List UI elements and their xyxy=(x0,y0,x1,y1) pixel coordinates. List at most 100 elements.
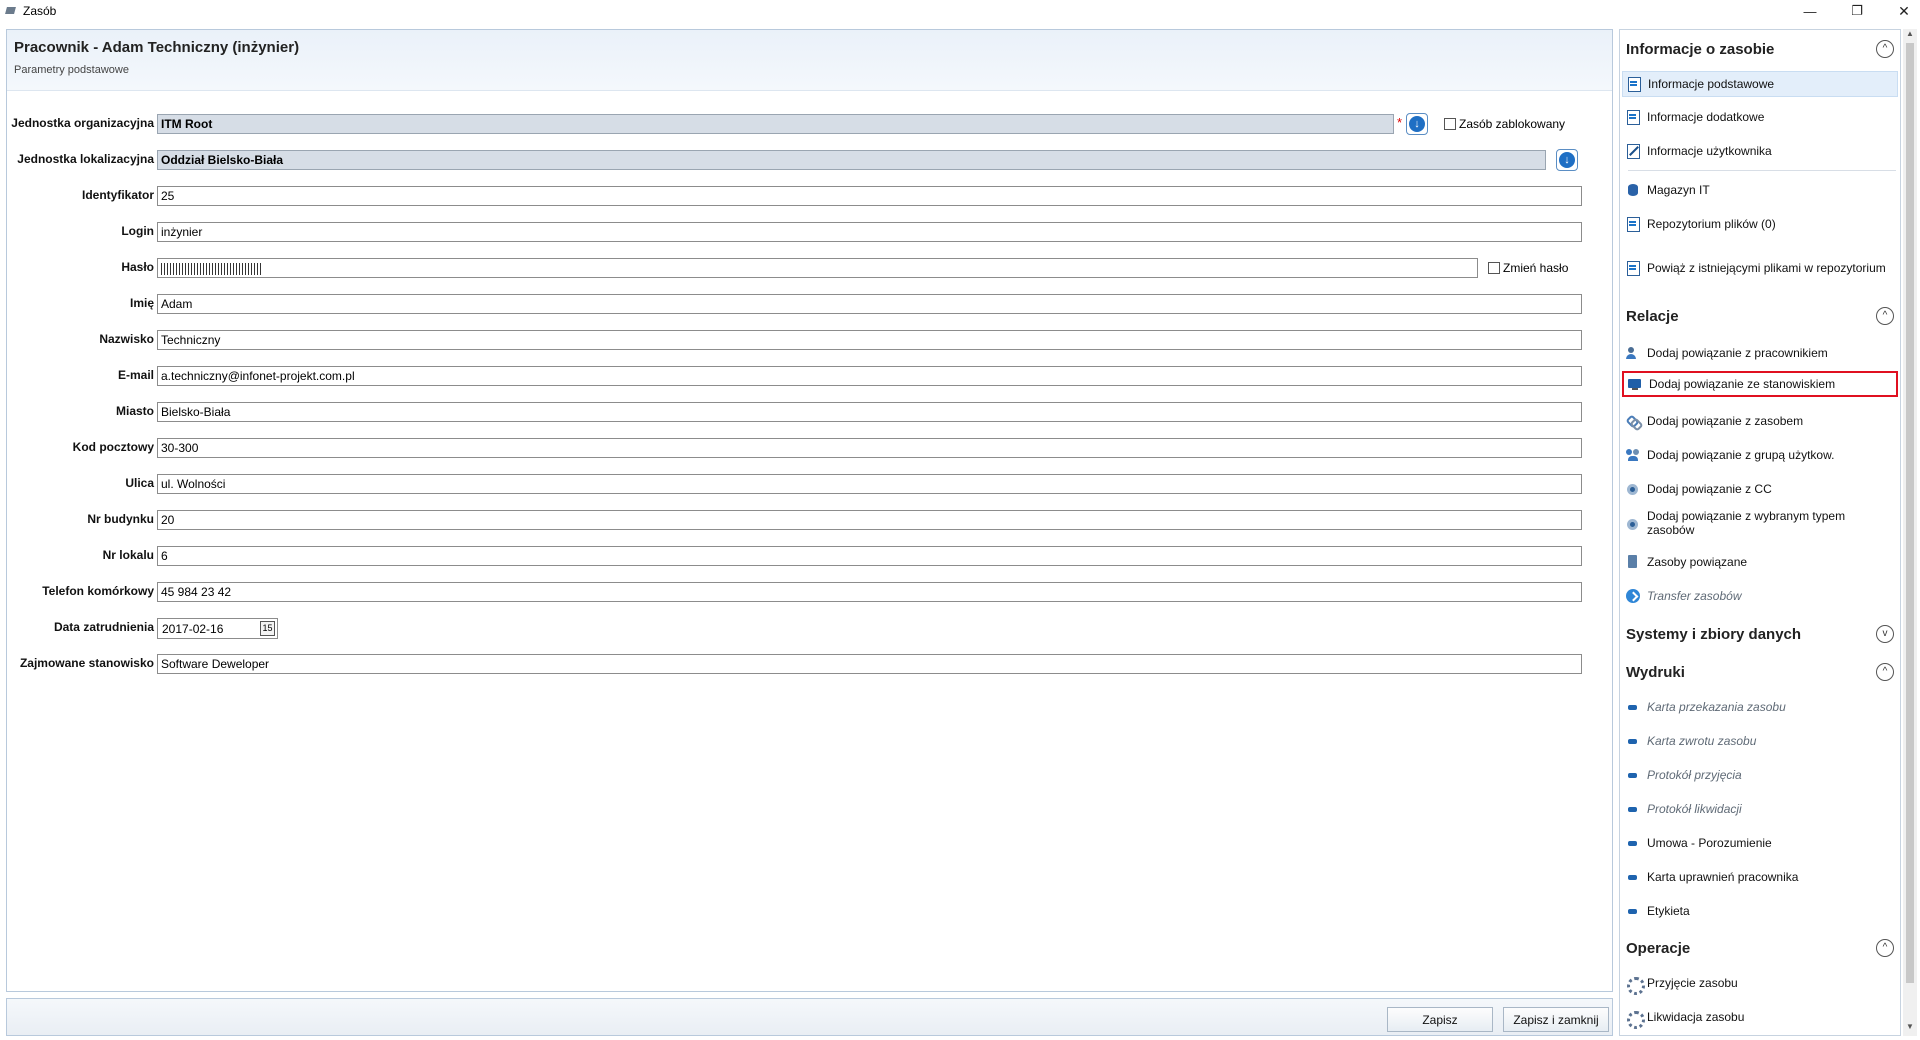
database-icon xyxy=(1626,183,1640,197)
document-icon xyxy=(1626,261,1640,276)
side-item-label: Dodaj powiązanie z grupą użytkow. xyxy=(1647,448,1835,462)
section-info[interactable]: Informacje o zasobie ^ xyxy=(1626,38,1896,60)
collapse-icon[interactable]: ^ xyxy=(1876,40,1894,58)
side-item-acceptance-protocol[interactable]: Protokół przyjęcia xyxy=(1622,762,1898,788)
postal-code-label: Kod pocztowy xyxy=(72,440,154,454)
document-icon xyxy=(1626,110,1640,125)
side-item-handover-card[interactable]: Karta przekazania zasobu xyxy=(1622,694,1898,720)
side-item-link-resource[interactable]: Dodaj powiązanie z zasobem xyxy=(1622,408,1898,434)
org-unit-field[interactable]: ITM Root xyxy=(157,114,1394,134)
position-field[interactable]: Software Deweloper xyxy=(157,654,1582,674)
side-item-agreement[interactable]: Umowa - Porozumienie xyxy=(1622,830,1898,856)
save-button[interactable]: Zapisz xyxy=(1387,1007,1493,1032)
side-item-link-employee[interactable]: Dodaj powiązanie z pracownikiem xyxy=(1622,340,1898,366)
section-printouts[interactable]: Wydruki ^ xyxy=(1626,661,1896,683)
required-mark: * xyxy=(1397,115,1403,130)
side-item-link-files[interactable]: Powiąż z istniejącymi plikami w repozyto… xyxy=(1622,255,1898,281)
side-item-label: Magazyn IT xyxy=(1647,183,1710,197)
apartment-no-field[interactable]: 6 xyxy=(157,546,1582,566)
side-item-return-card[interactable]: Karta zwrotu zasobu xyxy=(1622,728,1898,754)
org-unit-label: Jednostka organizacyjna xyxy=(11,116,154,130)
group-icon xyxy=(1626,448,1640,462)
change-password-checkbox[interactable]: Zmień hasło xyxy=(1488,261,1568,275)
first-name-field[interactable]: Adam xyxy=(157,294,1582,314)
side-item-permissions-card[interactable]: Karta uprawnień pracownika xyxy=(1622,864,1898,890)
section-systems[interactable]: Systemy i zbiory danych v xyxy=(1626,623,1896,645)
hire-date-picker[interactable]: 2017-02-16 15 xyxy=(157,618,278,639)
loc-unit-field[interactable]: Oddział Bielsko-Biała xyxy=(157,150,1546,170)
expand-icon[interactable]: v xyxy=(1876,625,1894,643)
side-item-link-user-group[interactable]: Dodaj powiązanie z grupą użytkow. xyxy=(1622,442,1898,468)
share-icon xyxy=(1626,482,1640,496)
side-item-it-warehouse[interactable]: Magazyn IT xyxy=(1622,177,1898,203)
collapse-icon[interactable]: ^ xyxy=(1876,307,1894,325)
side-item-link-resource-type[interactable]: Dodaj powiązanie z wybranym typem zasobó… xyxy=(1622,505,1898,541)
building-no-field[interactable]: 20 xyxy=(157,510,1582,530)
side-panel-scrollbar[interactable]: ▲ ▼ xyxy=(1903,29,1917,1036)
org-unit-select-button[interactable]: ↓ xyxy=(1406,113,1428,135)
section-systems-title: Systemy i zbiory danych xyxy=(1626,625,1802,643)
print-icon xyxy=(1626,836,1640,850)
side-item-accept-resource[interactable]: Przyjęcie zasobu xyxy=(1622,970,1898,996)
section-operations[interactable]: Operacje ^ xyxy=(1626,937,1896,959)
window-titlebar: Zasób — ❐ ✕ xyxy=(0,0,1920,22)
side-item-disposal-protocol[interactable]: Protokół likwidacji xyxy=(1622,796,1898,822)
row-first-name: Imię Adam xyxy=(7,294,1607,316)
collapse-icon[interactable]: ^ xyxy=(1876,939,1894,957)
section-relations[interactable]: Relacje ^ xyxy=(1626,305,1896,327)
row-login: Login inżynier xyxy=(7,222,1607,244)
side-item-label: Likwidacja zasobu xyxy=(1647,1010,1745,1024)
side-item-label: Karta uprawnień pracownika xyxy=(1647,870,1799,884)
city-field[interactable]: Bielsko-Biała xyxy=(157,402,1582,422)
mobile-field[interactable]: 45 984 23 42 xyxy=(157,582,1582,602)
hire-date-label: Data zatrudnienia xyxy=(53,620,154,634)
side-item-linked-resources[interactable]: Zasoby powiązane xyxy=(1622,549,1898,575)
postal-code-field[interactable]: 30-300 xyxy=(157,438,1582,458)
password-field[interactable] xyxy=(157,258,1478,278)
password-label: Hasło xyxy=(121,260,154,274)
document-icon xyxy=(1626,217,1640,232)
side-item-link-workstation[interactable]: Dodaj powiązanie ze stanowiskiem xyxy=(1622,371,1898,397)
row-org-unit: Jednostka organizacyjna ITM Root * ↓ Zas… xyxy=(7,113,1607,136)
close-button[interactable]: ✕ xyxy=(1881,0,1920,22)
download-arrow-icon: ↓ xyxy=(1559,152,1575,168)
login-field[interactable]: inżynier xyxy=(157,222,1582,242)
side-item-label: Dodaj powiązanie z zasobem xyxy=(1647,414,1804,428)
row-position: Zajmowane stanowisko Software Deweloper xyxy=(7,654,1607,676)
save-and-close-button[interactable]: Zapisz i zamknij xyxy=(1503,1007,1609,1032)
scroll-down-icon[interactable]: ▼ xyxy=(1903,1022,1917,1036)
identifier-field[interactable]: 25 xyxy=(157,186,1582,206)
calendar-icon[interactable]: 15 xyxy=(260,621,275,636)
side-item-label-print[interactable]: Etykieta xyxy=(1622,898,1898,924)
scroll-up-icon[interactable]: ▲ xyxy=(1903,29,1917,43)
side-item-link-cc[interactable]: Dodaj powiązanie z CC xyxy=(1622,476,1898,502)
scrollbar-thumb[interactable] xyxy=(1906,43,1914,983)
row-password: Hasło Zmień hasło xyxy=(7,258,1607,280)
last-name-field[interactable]: Techniczny xyxy=(157,330,1582,350)
hire-date-value: 2017-02-16 xyxy=(162,622,224,636)
minimize-button[interactable]: — xyxy=(1787,0,1833,22)
row-apartment-no: Nr lokalu 6 xyxy=(7,546,1607,568)
row-email: E-mail a.techniczny@infonet-projekt.com.… xyxy=(7,366,1607,388)
restore-button[interactable]: ❐ xyxy=(1834,0,1880,22)
loc-unit-select-button[interactable]: ↓ xyxy=(1556,149,1578,171)
side-item-label: Karta zwrotu zasobu xyxy=(1647,734,1757,748)
side-item-label: Przyjęcie zasobu xyxy=(1647,976,1738,990)
side-item-file-repository[interactable]: Repozytorium plików (0) xyxy=(1622,211,1898,237)
side-item-dispose-resource[interactable]: Likwidacja zasobu xyxy=(1622,1004,1898,1030)
row-street: Ulica ul. Wolności xyxy=(7,474,1607,496)
form-header: Pracownik - Adam Techniczny (inżynier) P… xyxy=(7,30,1612,91)
street-field[interactable]: ul. Wolności xyxy=(157,474,1582,494)
side-item-basic-info[interactable]: Informacje podstawowe xyxy=(1622,71,1898,97)
section-operations-title: Operacje xyxy=(1626,939,1691,957)
locked-checkbox[interactable]: Zasób zablokowany xyxy=(1444,117,1565,131)
side-item-additional-info[interactable]: Informacje dodatkowe xyxy=(1622,104,1898,130)
email-field[interactable]: a.techniczny@infonet-projekt.com.pl xyxy=(157,366,1582,386)
side-item-label: Karta przekazania zasobu xyxy=(1647,700,1786,714)
side-item-user-info[interactable]: Informacje użytkownika xyxy=(1622,138,1898,164)
window-title: Zasób xyxy=(23,4,57,18)
checkbox-box[interactable] xyxy=(1444,118,1456,130)
side-item-transfer-resources[interactable]: Transfer zasobów xyxy=(1622,583,1898,609)
collapse-icon[interactable]: ^ xyxy=(1876,663,1894,681)
checkbox-box[interactable] xyxy=(1488,262,1500,274)
